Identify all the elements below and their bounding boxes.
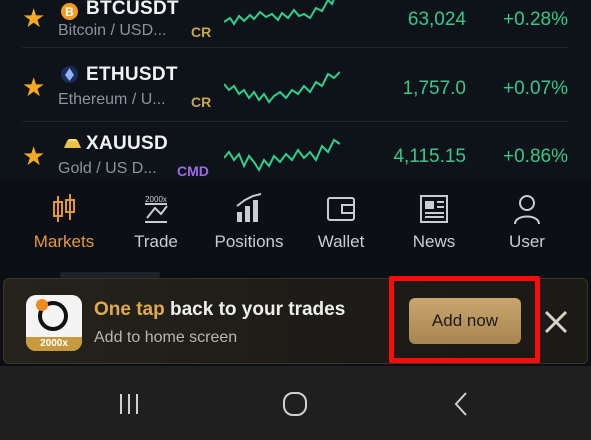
nav-wallet[interactable]: Wallet (292, 192, 390, 252)
banner-title-highlight: One tap (94, 299, 165, 320)
wallet-icon (327, 197, 355, 221)
market-tag: CR (191, 94, 212, 110)
close-icon[interactable] (541, 307, 571, 337)
sparkline-chart (224, 71, 340, 104)
nav-label: Positions (214, 232, 284, 251)
sparkline-chart (224, 138, 340, 173)
newspaper-icon (420, 195, 448, 223)
market-description: Bitcoin / USD... (58, 22, 167, 39)
app-icon: 2000x (26, 295, 82, 351)
market-list: ★ B BTCUSDT Bitcoin / USD... CR 63,024 +… (0, 0, 591, 179)
favorite-star-icon[interactable]: ★ (22, 143, 48, 169)
market-price: 1,757.0 (402, 78, 466, 99)
nav-trade[interactable]: 2000x Trade (107, 192, 205, 252)
market-symbol: XAUUSD (86, 133, 169, 154)
highlight-box (389, 276, 540, 363)
banner-title: One tap back to your trades (94, 299, 345, 321)
nav-user[interactable]: User (478, 192, 576, 252)
banner-subtitle: Add to home screen (94, 329, 238, 346)
gold-bar-icon (61, 136, 81, 153)
nav-label: Trade (134, 232, 178, 251)
bitcoin-icon: B (61, 3, 78, 20)
nav-news[interactable]: News (385, 192, 483, 252)
favorite-star-icon[interactable]: ★ (22, 74, 48, 100)
nav-label: Wallet (317, 232, 365, 251)
back-icon[interactable] (446, 390, 476, 418)
market-tag: CR (191, 24, 212, 40)
ethereum-icon (61, 66, 78, 83)
favorite-star-icon[interactable]: ★ (22, 5, 48, 31)
market-price: 63,024 (407, 9, 466, 30)
market-row-ethusdt[interactable]: ★ ETHUSDT Ethereum / U... CR 1,757.0 +0.… (0, 52, 591, 122)
nav-positions[interactable]: Positions (200, 192, 298, 252)
market-description: Gold / US D... (58, 160, 157, 177)
market-change: +0.28% (503, 9, 568, 30)
home-icon[interactable] (279, 390, 311, 418)
svg-text:2000x: 2000x (145, 195, 167, 204)
banner-title-rest: back to your trades (164, 299, 346, 320)
nav-label: User (509, 232, 545, 251)
market-row-btcusdt[interactable]: ★ B BTCUSDT Bitcoin / USD... CR 63,024 +… (0, 0, 591, 48)
market-change: +0.07% (503, 78, 568, 99)
nav-label: Markets (33, 232, 95, 251)
market-symbol: ETHUSDT (86, 64, 178, 85)
market-symbol: BTCUSDT (86, 0, 179, 19)
bottom-navigation: Markets 2000x Trade Positions Wallet New… (0, 178, 591, 274)
market-change: +0.86% (503, 146, 568, 167)
trade-leverage-icon: 2000x (145, 195, 168, 223)
system-navigation-bar (0, 366, 591, 440)
user-icon (514, 195, 540, 225)
app-icon-badge: 2000x (26, 337, 82, 351)
market-description: Ethereum / U... (58, 91, 166, 108)
svg-text:B: B (65, 5, 74, 19)
candlestick-icon (53, 194, 75, 222)
market-price: 4,115.15 (393, 146, 466, 167)
nav-markets[interactable]: Markets (15, 192, 113, 252)
nav-label: News (412, 232, 456, 251)
recent-apps-icon[interactable] (114, 390, 144, 418)
sparkline-chart (224, 0, 335, 26)
bar-chart-icon (236, 193, 262, 222)
market-tag: CMD (177, 163, 209, 179)
